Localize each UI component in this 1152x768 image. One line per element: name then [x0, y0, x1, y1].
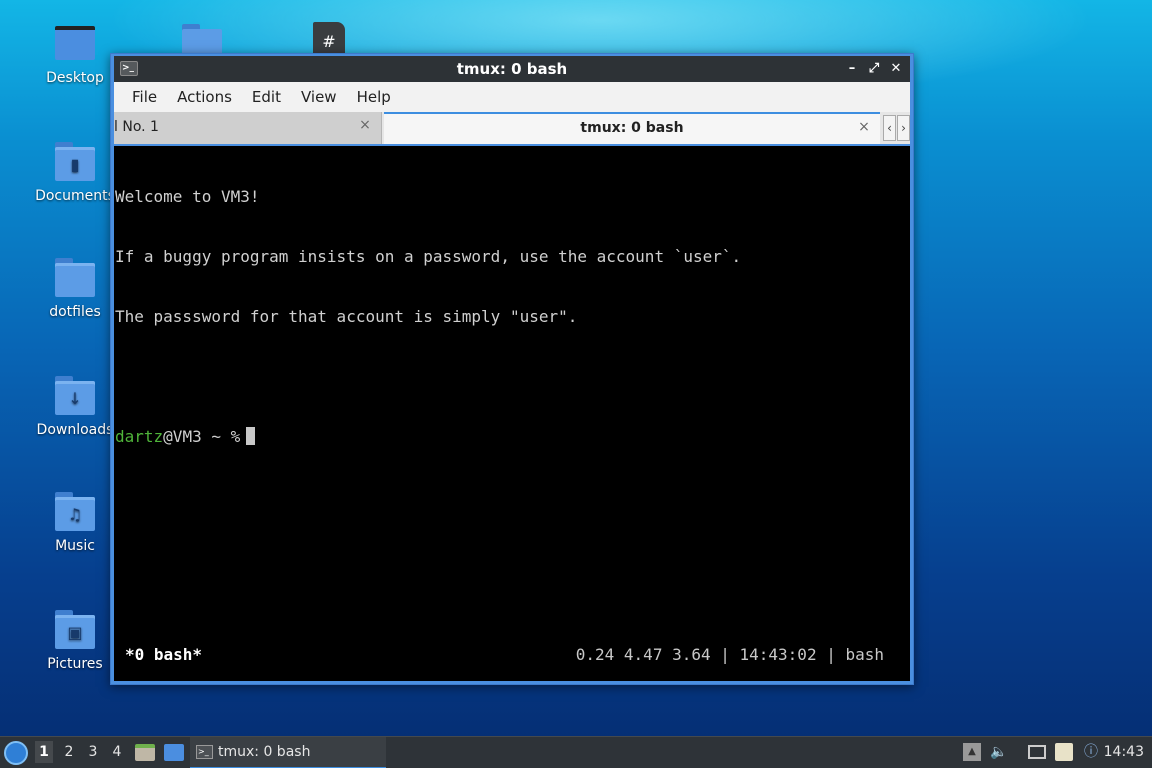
terminal-line: Welcome to VM3!	[115, 187, 260, 206]
tmux-window-list: *0 bash*	[125, 645, 203, 664]
menu-file[interactable]: File	[122, 88, 167, 106]
tab-label: l No. 1	[114, 119, 159, 135]
prompt-host: @VM3 ~ %	[163, 427, 241, 446]
clock[interactable]: 14:43	[1104, 744, 1144, 760]
desktop-icon-documents[interactable]: ▮ Documents	[30, 142, 120, 204]
tmux-status-right: 0.24 4.47 3.64 | 14:43:02 | bash	[575, 645, 884, 664]
terminal-cursor	[246, 427, 256, 445]
folder-icon	[53, 258, 97, 298]
tray-up-arrow-icon[interactable]: ▲	[963, 743, 981, 761]
close-button[interactable]: ✕	[886, 59, 906, 79]
tmux-status-line: *0 bash* 0.24 4.47 3.64 | 14:43:02 | bas…	[114, 645, 910, 667]
music-folder-icon: ♫	[53, 492, 97, 532]
notification-icon[interactable]: ⓘ	[1082, 743, 1100, 761]
tab-tmux[interactable]: tmux: 0 bash ×	[384, 112, 880, 144]
desktop-icon-label: dotfiles	[49, 304, 101, 320]
pictures-folder-icon: ▣	[53, 610, 97, 650]
tab-close-icon[interactable]: ×	[856, 119, 872, 135]
desktop-icon-label: Downloads	[36, 422, 114, 438]
show-desktop-icon[interactable]	[164, 744, 184, 761]
script-file-icon[interactable]: #	[313, 22, 345, 56]
terminal-line: If a buggy program insists on a password…	[115, 247, 742, 266]
taskbar: 1 2 3 4 >_ tmux: 0 bash ▲ 🔈 ⓘ 14:43	[0, 736, 1152, 768]
desktop-icon-label: Pictures	[47, 656, 103, 672]
home-folder-icon[interactable]	[182, 24, 222, 59]
terminal-prompt: dartz@VM3 ~ %	[115, 427, 741, 447]
workspace-1[interactable]: 1	[35, 741, 53, 763]
desktop-icon-dotfiles[interactable]: dotfiles	[30, 258, 120, 320]
desktop-icon-label: Music	[55, 538, 95, 554]
volume-icon[interactable]: 🔈	[990, 743, 1008, 761]
tab-scroll-right-icon[interactable]: ›	[897, 115, 910, 141]
desktop-icon-label: Documents	[35, 188, 115, 204]
desktop-icon-downloads[interactable]: ↓ Downloads	[30, 376, 120, 438]
file-manager-icon[interactable]	[135, 744, 155, 761]
workspace-4[interactable]: 4	[108, 744, 126, 760]
menu-view[interactable]: View	[291, 88, 347, 106]
tab-terminal-1[interactable]: l No. 1 ×	[114, 112, 382, 144]
application-menu-icon[interactable]	[4, 741, 28, 765]
terminal-line: The passsword for that account is simply…	[115, 307, 578, 326]
desktop-icon-music[interactable]: ♫ Music	[30, 492, 120, 554]
taskbar-task-terminal[interactable]: >_ tmux: 0 bash	[190, 737, 386, 768]
terminal-area[interactable]: Welcome to VM3! If a buggy program insis…	[114, 146, 910, 681]
terminal-window: >_ tmux: 0 bash – ⤢ ✕ File Actions Edit …	[110, 53, 914, 685]
window-title: tmux: 0 bash	[456, 60, 568, 78]
prompt-user: dartz	[115, 427, 164, 446]
workspace-2[interactable]: 2	[60, 744, 78, 760]
terminal-app-icon: >_	[196, 745, 213, 759]
downloads-folder-icon: ↓	[53, 376, 97, 416]
menubar: File Actions Edit View Help	[114, 82, 910, 112]
minimize-button[interactable]: –	[842, 59, 862, 79]
tab-label: tmux: 0 bash	[580, 120, 684, 136]
clipboard-icon[interactable]	[1055, 743, 1073, 761]
desktop-icon-label: Desktop	[46, 70, 104, 86]
menu-actions[interactable]: Actions	[167, 88, 242, 106]
window-titlebar[interactable]: >_ tmux: 0 bash – ⤢ ✕	[114, 56, 910, 82]
maximize-button[interactable]: ⤢	[864, 59, 884, 79]
terminal-output: Welcome to VM3! If a buggy program insis…	[115, 147, 741, 487]
documents-folder-icon: ▮	[53, 142, 97, 182]
task-label: tmux: 0 bash	[218, 744, 311, 760]
desktop-icon-pictures[interactable]: ▣ Pictures	[30, 610, 120, 672]
tab-close-icon[interactable]: ×	[357, 117, 373, 133]
network-icon[interactable]	[1028, 745, 1046, 759]
menu-help[interactable]: Help	[347, 88, 401, 106]
tab-bar: l No. 1 × tmux: 0 bash × ‹ ›	[114, 112, 910, 144]
desktop-icon-desktop[interactable]: Desktop	[30, 24, 120, 86]
menu-edit[interactable]: Edit	[242, 88, 291, 106]
workspace-3[interactable]: 3	[84, 744, 102, 760]
tab-scroll-left-icon[interactable]: ‹	[883, 115, 896, 141]
monitor-icon	[53, 24, 97, 64]
